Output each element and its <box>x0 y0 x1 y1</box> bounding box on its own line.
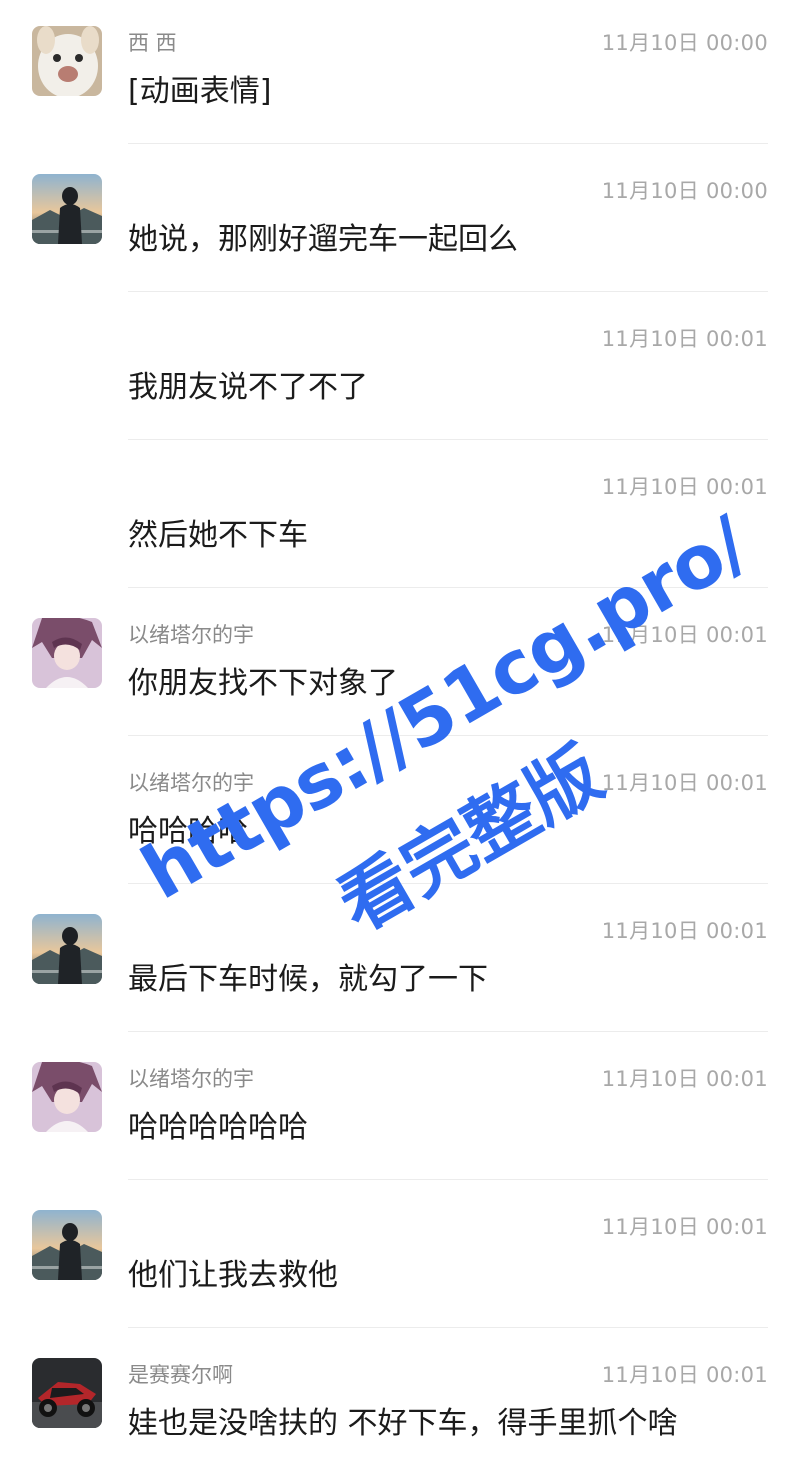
chat-message[interactable]: 是赛赛尔啊 11月10日 00:01 娃也是没啥扶的 不好下车，得手里抓个啥 <box>0 1332 800 1480</box>
chat-message[interactable]: 11月10日 00:00 她说，那刚好遛完车一起回么 <box>0 148 800 296</box>
landscape-avatar[interactable] <box>32 914 102 984</box>
message-text: 她说，那刚好遛完车一起回么 <box>128 222 518 257</box>
sender-name: 以绪塔尔的宇 <box>128 1067 254 1091</box>
chat-message[interactable]: 以绪塔尔的宇 11月10日 00:01 哈哈哈哈 <box>0 740 800 888</box>
divider <box>128 143 768 144</box>
landscape-avatar[interactable] <box>32 1210 102 1280</box>
divider <box>128 587 768 588</box>
divider <box>128 439 768 440</box>
message-text: 哈哈哈哈 <box>128 814 248 849</box>
message-time: 11月10日 00:01 <box>601 475 768 499</box>
chat-message[interactable]: 11月10日 00:01 他们让我去救他 <box>0 1184 800 1332</box>
sender-name: 是赛赛尔啊 <box>128 1363 233 1387</box>
message-time: 11月10日 00:01 <box>601 623 768 647</box>
chat-message[interactable]: 西 西 11月10日 00:00 [动画表情] <box>0 0 800 148</box>
anime-avatar[interactable] <box>32 1062 102 1132</box>
sender-name: 西 西 <box>128 31 177 55</box>
anime-avatar[interactable] <box>32 618 102 688</box>
divider <box>128 883 768 884</box>
message-text: 你朋友找不下对象了 <box>128 666 398 701</box>
message-text: 然后她不下车 <box>128 518 308 553</box>
divider <box>128 735 768 736</box>
message-time: 11月10日 00:00 <box>601 31 768 55</box>
divider <box>128 1327 768 1328</box>
message-text: 最后下车时候，就勾了一下 <box>128 962 488 997</box>
chat-message[interactable]: 11月10日 00:01 我朋友说不了不了 <box>0 296 800 444</box>
sender-name: 以绪塔尔的宇 <box>128 771 254 795</box>
message-time: 11月10日 00:01 <box>601 1215 768 1239</box>
message-time: 11月10日 00:01 <box>601 1363 768 1387</box>
divider <box>128 291 768 292</box>
message-time: 11月10日 00:01 <box>601 919 768 943</box>
landscape-avatar[interactable] <box>32 174 102 244</box>
motorcycle-avatar[interactable] <box>32 1358 102 1428</box>
message-time: 11月10日 00:01 <box>601 1067 768 1091</box>
message-text: 我朋友说不了不了 <box>128 370 368 405</box>
sender-name: 以绪塔尔的宇 <box>128 623 254 647</box>
message-time: 11月10日 00:00 <box>601 179 768 203</box>
chat-message[interactable]: 以绪塔尔的宇 11月10日 00:01 你朋友找不下对象了 <box>0 592 800 740</box>
chat-message[interactable]: 以绪塔尔的宇 11月10日 00:01 哈哈哈哈哈哈 <box>0 1036 800 1184</box>
message-text: 哈哈哈哈哈哈 <box>128 1110 308 1145</box>
cat-avatar[interactable] <box>32 26 102 96</box>
divider <box>128 1031 768 1032</box>
chat-message-list: 西 西 11月10日 00:00 [动画表情] 11月10日 00:00 她说，… <box>0 0 800 1480</box>
message-time: 11月10日 00:01 <box>601 771 768 795</box>
chat-message[interactable]: 11月10日 00:01 然后她不下车 <box>0 444 800 592</box>
message-text: 他们让我去救他 <box>128 1258 338 1293</box>
message-time: 11月10日 00:01 <box>601 327 768 351</box>
chat-message[interactable]: 11月10日 00:01 最后下车时候，就勾了一下 <box>0 888 800 1036</box>
message-text: [动画表情] <box>128 74 272 109</box>
divider <box>128 1179 768 1180</box>
message-text: 娃也是没啥扶的 不好下车，得手里抓个啥 <box>128 1406 678 1441</box>
